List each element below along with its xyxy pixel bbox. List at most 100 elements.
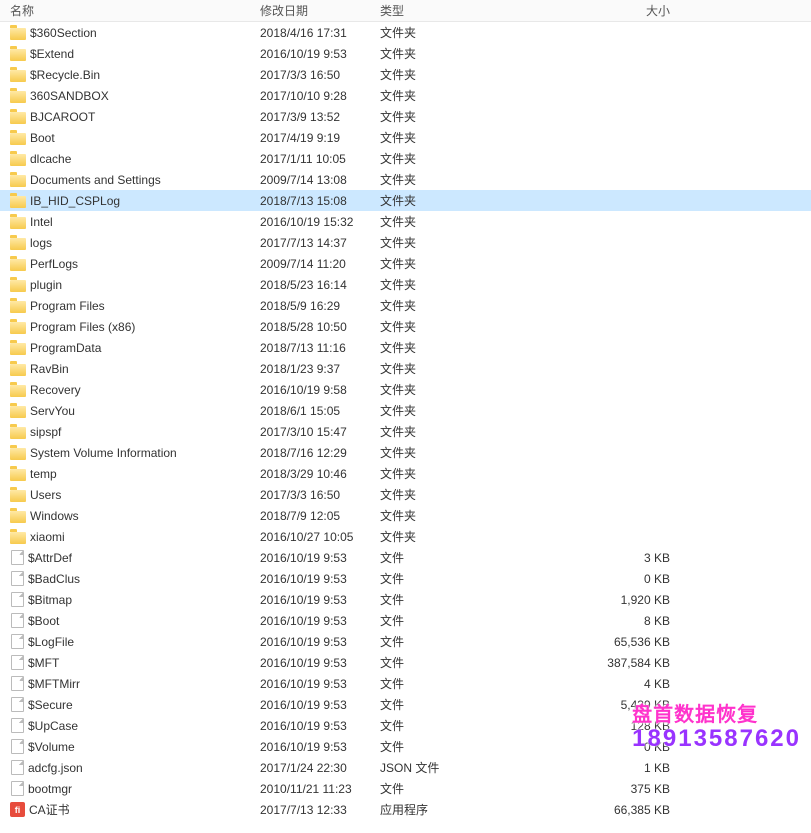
file-type: 文件夹 (380, 318, 490, 335)
file-row[interactable]: $Volume2016/10/19 9:53文件0 KB (0, 736, 811, 757)
file-type: 文件夹 (380, 486, 490, 503)
file-row[interactable]: ProgramData2018/7/13 11:16文件夹 (0, 337, 811, 358)
file-date: 2009/7/14 13:08 (260, 173, 380, 187)
file-date: 2017/3/3 16:50 (260, 68, 380, 82)
folder-icon (10, 364, 26, 376)
file-row[interactable]: $Extend2016/10/19 9:53文件夹 (0, 43, 811, 64)
file-date: 2017/4/19 9:19 (260, 131, 380, 145)
file-row[interactable]: temp2018/3/29 10:46文件夹 (0, 463, 811, 484)
folder-icon (10, 217, 26, 229)
file-size: 1,920 KB (490, 593, 680, 607)
file-row[interactable]: plugin2018/5/23 16:14文件夹 (0, 274, 811, 295)
file-name: CA证书 (29, 801, 70, 818)
file-row[interactable]: sipspf2017/3/10 15:47文件夹 (0, 421, 811, 442)
file-name: System Volume Information (30, 446, 177, 460)
file-type: 文件 (380, 654, 490, 671)
file-size: 0 KB (490, 572, 680, 586)
file-list: $360Section2018/4/16 17:31文件夹$Extend2016… (0, 22, 811, 820)
file-icon (11, 550, 24, 565)
file-date: 2016/10/19 9:53 (260, 719, 380, 733)
file-row[interactable]: RavBin2018/1/23 9:37文件夹 (0, 358, 811, 379)
file-row[interactable]: System Volume Information2018/7/16 12:29… (0, 442, 811, 463)
header-date[interactable]: 修改日期 (260, 2, 380, 19)
file-date: 2017/1/11 10:05 (260, 152, 380, 166)
file-row[interactable]: ServYou2018/6/1 15:05文件夹 (0, 400, 811, 421)
file-row[interactable]: Boot2017/4/19 9:19文件夹 (0, 127, 811, 148)
file-row[interactable]: dlcache2017/1/11 10:05文件夹 (0, 148, 811, 169)
file-row[interactable]: Windows2018/7/9 12:05文件夹 (0, 505, 811, 526)
header-type[interactable]: 类型 (380, 2, 490, 19)
file-size: 128 KB (490, 719, 680, 733)
file-icon (11, 571, 24, 586)
file-date: 2018/7/13 15:08 (260, 194, 380, 208)
file-row[interactable]: Documents and Settings2009/7/14 13:08文件夹 (0, 169, 811, 190)
file-icon (11, 760, 24, 775)
file-row[interactable]: bootmgr2010/11/21 11:23文件375 KB (0, 778, 811, 799)
file-row[interactable]: $AttrDef2016/10/19 9:53文件3 KB (0, 547, 811, 568)
file-name: Users (30, 488, 61, 502)
file-type: 文件 (380, 780, 490, 797)
file-row[interactable]: $360Section2018/4/16 17:31文件夹 (0, 22, 811, 43)
file-row[interactable]: $Bitmap2016/10/19 9:53文件1,920 KB (0, 589, 811, 610)
file-name: $MFT (28, 656, 59, 670)
file-row[interactable]: Program Files2018/5/9 16:29文件夹 (0, 295, 811, 316)
file-name: Windows (30, 509, 79, 523)
app-icon: fi (10, 802, 25, 817)
file-row[interactable]: Users2017/3/3 16:50文件夹 (0, 484, 811, 505)
file-row[interactable]: adcfg.json2017/1/24 22:30JSON 文件1 KB (0, 757, 811, 778)
folder-icon (10, 322, 26, 334)
file-icon (11, 634, 24, 649)
file-row[interactable]: $Boot2016/10/19 9:53文件8 KB (0, 610, 811, 631)
folder-icon (10, 154, 26, 166)
file-row[interactable]: $BadClus2016/10/19 9:53文件0 KB (0, 568, 811, 589)
file-size: 1 KB (490, 761, 680, 775)
file-name: xiaomi (30, 530, 65, 544)
file-name: $MFTMirr (28, 677, 80, 691)
file-date: 2009/7/14 11:20 (260, 257, 380, 271)
file-type: 文件夹 (380, 66, 490, 83)
header-size[interactable]: 大小 (490, 2, 680, 19)
file-type: 文件 (380, 549, 490, 566)
file-type: 文件 (380, 570, 490, 587)
folder-icon (10, 91, 26, 103)
file-name: Boot (30, 131, 55, 145)
folder-icon (10, 28, 26, 40)
file-row[interactable]: Intel2016/10/19 15:32文件夹 (0, 211, 811, 232)
folder-icon (10, 259, 26, 271)
header-name[interactable]: 名称 (0, 2, 260, 19)
file-row[interactable]: $UpCase2016/10/19 9:53文件128 KB (0, 715, 811, 736)
file-type: 文件夹 (380, 381, 490, 398)
file-row[interactable]: $Recycle.Bin2017/3/3 16:50文件夹 (0, 64, 811, 85)
file-row[interactable]: logs2017/7/13 14:37文件夹 (0, 232, 811, 253)
file-row[interactable]: 360SANDBOX2017/10/10 9:28文件夹 (0, 85, 811, 106)
file-name: ServYou (30, 404, 75, 418)
file-date: 2017/10/10 9:28 (260, 89, 380, 103)
file-name: Intel (30, 215, 53, 229)
file-row[interactable]: $MFT2016/10/19 9:53文件387,584 KB (0, 652, 811, 673)
file-row[interactable]: $MFTMirr2016/10/19 9:53文件4 KB (0, 673, 811, 694)
file-row[interactable]: $LogFile2016/10/19 9:53文件65,536 KB (0, 631, 811, 652)
file-name: BJCAROOT (30, 110, 95, 124)
file-row[interactable]: xiaomi2016/10/27 10:05文件夹 (0, 526, 811, 547)
file-row[interactable]: PerfLogs2009/7/14 11:20文件夹 (0, 253, 811, 274)
file-row[interactable]: IB_HID_CSPLog2018/7/13 15:08文件夹 (0, 190, 811, 211)
file-row[interactable]: BJCAROOT2017/3/9 13:52文件夹 (0, 106, 811, 127)
file-name: ProgramData (30, 341, 101, 355)
file-name: $UpCase (28, 719, 78, 733)
folder-icon (10, 301, 26, 313)
file-type: 文件夹 (380, 150, 490, 167)
file-type: 文件夹 (380, 45, 490, 62)
file-type: 文件夹 (380, 213, 490, 230)
folder-icon (10, 133, 26, 145)
file-row[interactable]: Recovery2016/10/19 9:58文件夹 (0, 379, 811, 400)
file-row[interactable]: $Secure2016/10/19 9:53文件5,439 KB (0, 694, 811, 715)
file-row[interactable]: fiCA证书2017/7/13 12:33应用程序66,385 KB (0, 799, 811, 820)
column-headers: 名称 修改日期 类型 大小 (0, 0, 811, 22)
file-row[interactable]: Program Files (x86)2018/5/28 10:50文件夹 (0, 316, 811, 337)
file-type: 文件夹 (380, 423, 490, 440)
file-name: adcfg.json (28, 761, 83, 775)
folder-icon (10, 343, 26, 355)
file-date: 2016/10/19 9:53 (260, 656, 380, 670)
file-type: 文件夹 (380, 87, 490, 104)
file-type: 文件夹 (380, 507, 490, 524)
